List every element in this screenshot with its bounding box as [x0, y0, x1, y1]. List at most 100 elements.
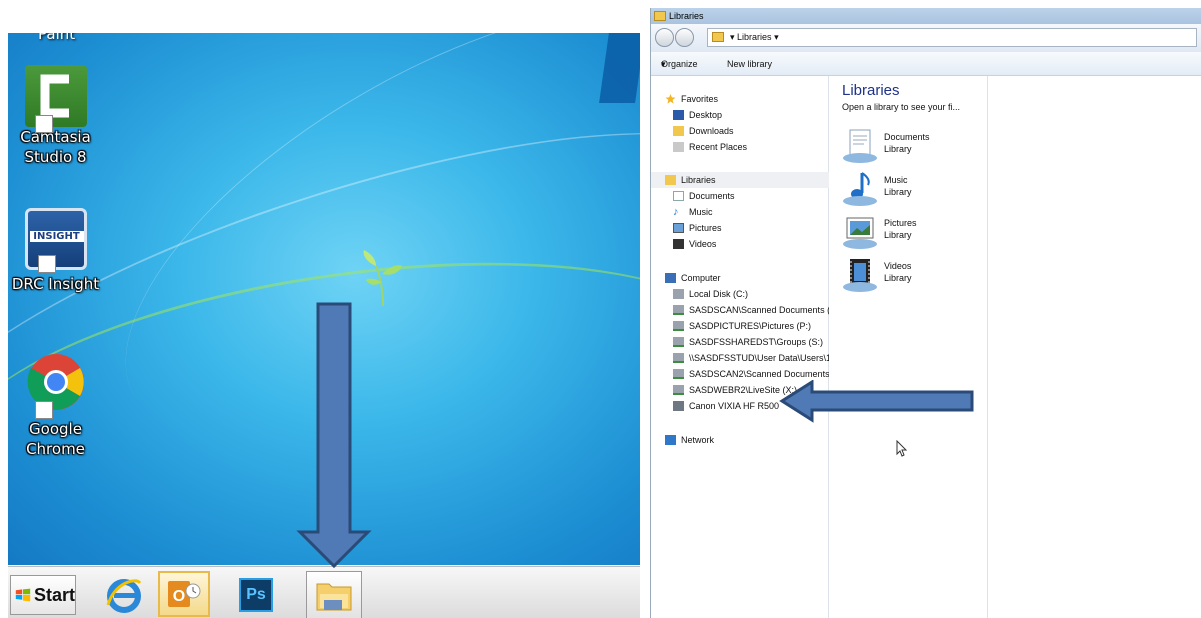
library-type: Library	[884, 144, 912, 154]
desktop-icon-label: Chrome	[26, 440, 85, 458]
drc-insight-icon: INSIGHT	[24, 208, 87, 273]
library-item-documents[interactable]: Documents Library	[842, 128, 982, 168]
shortcut-arrow-icon	[37, 255, 56, 273]
desktop-icon-label: DRC Insight	[11, 275, 100, 293]
windows-flag-icon	[15, 588, 31, 602]
nav-recent-places[interactable]: Recent Places	[651, 139, 829, 155]
photoshop-icon: Ps	[239, 578, 273, 612]
address-bar: ▾ Libraries ▾	[651, 24, 1201, 52]
nav-drive[interactable]: SASDPICTURES\Pictures (P:)	[651, 318, 829, 334]
library-item-videos[interactable]: Videos Library	[842, 257, 982, 297]
nav-label: Documents	[689, 191, 735, 201]
command-bar: Organize ▾ New library	[651, 52, 1201, 76]
library-name: Documents	[884, 132, 930, 142]
nav-label: Network	[681, 435, 715, 445]
nav-drive[interactable]: SASDFSSHAREDST\Groups (S:)	[651, 334, 829, 350]
nav-label: SASDPICTURES\Pictures (P:)	[689, 321, 812, 331]
shortcut-arrow-icon	[34, 115, 53, 133]
nav-music[interactable]: ♪ Music	[651, 204, 829, 220]
nav-label: Pictures	[689, 223, 722, 233]
nav-label: Favorites	[681, 94, 719, 104]
libraries-title-icon	[654, 11, 666, 21]
network-drive-icon	[673, 305, 684, 315]
nav-label: Downloads	[689, 126, 734, 136]
mouse-cursor-icon	[896, 440, 908, 457]
nav-label: Recent Places	[689, 142, 748, 152]
nav-libraries[interactable]: Libraries	[651, 172, 829, 188]
library-type: Library	[884, 230, 912, 240]
nav-downloads[interactable]: Downloads	[651, 123, 829, 139]
desktop-icon-label: Google	[29, 420, 82, 438]
nav-label: SASDSCAN2\Scanned Documents	[689, 369, 829, 379]
new-library-button[interactable]: New library	[727, 52, 772, 76]
forward-button[interactable]	[675, 28, 694, 47]
desktop-icon-google-chrome[interactable]: Google Chrome	[8, 351, 103, 459]
nav-label: Libraries	[681, 175, 716, 185]
nav-documents[interactable]: Documents	[651, 188, 829, 204]
annotation-down-arrow	[296, 302, 372, 569]
nav-label: Music	[689, 207, 713, 217]
camera-icon	[673, 401, 684, 411]
window-titlebar[interactable]: Libraries	[651, 8, 1201, 24]
network-drive-icon	[673, 385, 684, 395]
camtasia-icon	[24, 65, 87, 133]
address-text: Libraries	[737, 32, 772, 42]
nav-label: \\SASDFSSTUD\User Data\Users\1	[689, 353, 829, 363]
videos-icon	[673, 239, 684, 249]
library-item-music[interactable]: Music Library	[842, 171, 982, 211]
nav-drive[interactable]: \\SASDFSSTUD\User Data\Users\1	[651, 350, 829, 366]
shortcut-arrow-icon	[34, 401, 53, 419]
pictures-icon	[673, 223, 684, 233]
desktop-icon-camtasia[interactable]: Camtasia Studio 8	[8, 65, 103, 167]
nav-drive[interactable]: SASDSCAN\Scanned Documents (	[651, 302, 829, 318]
chevron-down-icon: ▾	[774, 32, 779, 42]
library-name: Music	[884, 175, 908, 185]
nav-label: Computer	[681, 273, 721, 283]
organize-menu[interactable]: Organize ▾	[661, 52, 698, 76]
nav-label: Local Disk (C:)	[689, 289, 749, 299]
nav-desktop[interactable]: Desktop	[651, 107, 829, 123]
windows-explorer-taskbar-button[interactable]	[306, 571, 362, 618]
internet-explorer-taskbar-button[interactable]	[102, 573, 146, 617]
network-drive-icon	[673, 321, 684, 331]
desktop-icon-drc-insight[interactable]: INSIGHT DRC Insight	[8, 208, 103, 294]
nav-favorites[interactable]: Favorites	[651, 91, 829, 107]
documents-icon	[673, 191, 684, 201]
start-button[interactable]: Start	[10, 575, 76, 615]
paint-icon-label-partial[interactable]: Paint	[38, 33, 75, 43]
downloads-icon	[673, 126, 684, 136]
screenshot-root: Paint Camtasia Studio 8 INSIGHT DRC Insi…	[0, 0, 1201, 618]
nav-label: Canon VIXIA HF R500	[689, 401, 780, 411]
start-label: Start	[33, 584, 75, 605]
local-disk-icon	[673, 289, 684, 299]
leaf-sprout-icon	[363, 250, 402, 307]
address-field[interactable]: ▾ Libraries ▾	[707, 28, 1197, 47]
chevron-right-icon: ▾	[730, 32, 738, 42]
library-item-pictures[interactable]: Pictures Library	[842, 214, 982, 254]
music-library-icon	[843, 172, 877, 206]
nav-computer[interactable]: Computer	[651, 270, 829, 286]
svg-text:O: O	[173, 588, 185, 605]
library-type: Library	[884, 187, 912, 197]
nav-network[interactable]: Network	[651, 432, 829, 448]
photoshop-taskbar-button[interactable]: Ps	[234, 573, 278, 617]
insight-logo-text: INSIGHT	[29, 231, 84, 242]
nav-pictures[interactable]: Pictures	[651, 220, 829, 236]
back-button[interactable]	[655, 28, 674, 47]
nav-label: Videos	[689, 239, 717, 249]
content-subtitle: Open a library to see your fi...	[842, 102, 961, 112]
content-title: Libraries	[842, 82, 900, 99]
outlook-taskbar-button[interactable]: O	[158, 571, 210, 617]
network-drive-icon	[673, 337, 684, 347]
internet-explorer-icon	[106, 579, 142, 613]
explorer-window: Libraries ▾ Libraries ▾ Organize ▾ New l…	[650, 8, 1201, 618]
navigation-pane: Favorites Desktop Downloads Recent Place…	[651, 76, 829, 618]
desktop-icon-label: Camtasia	[20, 128, 91, 146]
music-icon: ♪	[673, 206, 679, 218]
content-pane: Libraries Open a library to see your fi.…	[830, 76, 988, 618]
nav-label: Desktop	[689, 110, 723, 120]
nav-drive[interactable]: Local Disk (C:)	[651, 286, 829, 302]
nav-videos[interactable]: Videos	[651, 236, 829, 252]
window-title: Libraries	[669, 11, 704, 21]
folder-icon	[316, 583, 352, 611]
